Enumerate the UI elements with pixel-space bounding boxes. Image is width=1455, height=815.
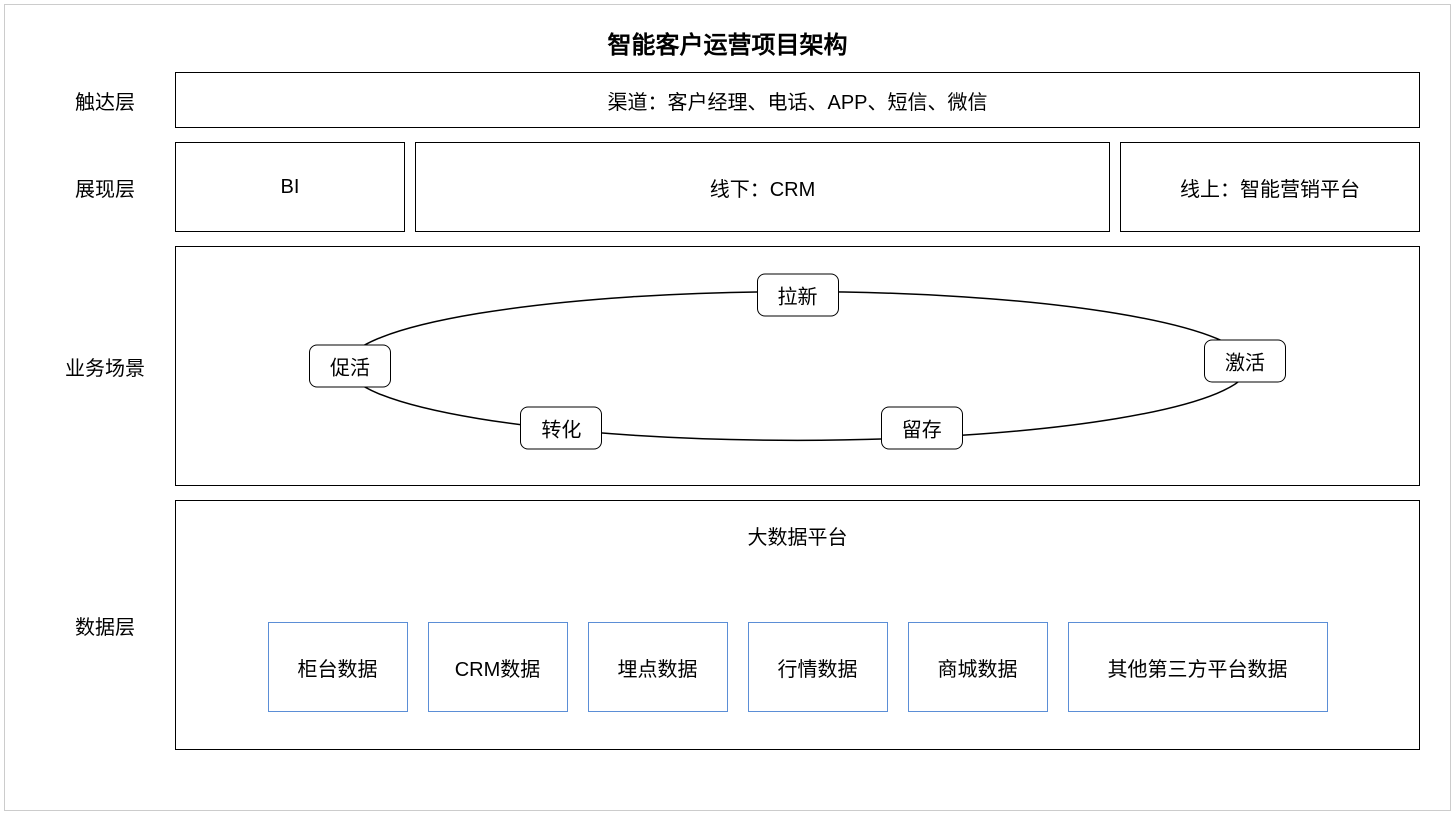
layer-data-content: 大数据平台 柜台数据 CRM数据 埋点数据 行情数据 商城数据 其他第三方平台数… <box>175 500 1420 750</box>
data-source-crm: CRM数据 <box>428 622 568 712</box>
scenario-node-retain: 留存 <box>881 406 963 449</box>
display-online-box: 线上：智能营销平台 <box>1120 142 1420 232</box>
data-source-counter: 柜台数据 <box>268 622 408 712</box>
data-source-thirdparty: 其他第三方平台数据 <box>1068 622 1328 712</box>
data-platform-box: 大数据平台 柜台数据 CRM数据 埋点数据 行情数据 商城数据 其他第三方平台数… <box>175 500 1420 750</box>
touch-channels-box: 渠道：客户经理、电话、APP、短信、微信 <box>175 72 1420 128</box>
diagram-title: 智能客户运营项目架构 <box>35 25 1420 60</box>
layer-display-content: BI 线下：CRM 线上：智能营销平台 <box>175 142 1420 232</box>
layer-touch-content: 渠道：客户经理、电话、APP、短信、微信 <box>175 72 1420 128</box>
data-source-tracking: 埋点数据 <box>588 622 728 712</box>
scenario-node-reactivate: 激活 <box>1204 340 1286 383</box>
layer-display-label: 展现层 <box>35 142 175 232</box>
scenario-node-convert: 转化 <box>520 406 602 449</box>
scenario-container: 拉新 促活 激活 转化 留存 <box>175 246 1420 486</box>
scenario-node-activate: 促活 <box>309 345 391 388</box>
layer-scenario-row: 业务场景 拉新 促活 激活 转化 留存 <box>35 246 1420 486</box>
layer-data-label: 数据层 <box>35 500 175 750</box>
layer-display-row: 展现层 BI 线下：CRM 线上：智能营销平台 <box>35 142 1420 232</box>
layer-scenario-label: 业务场景 <box>35 246 175 486</box>
data-platform-title: 大数据平台 <box>748 521 848 550</box>
scenario-node-pull-new: 拉新 <box>757 273 839 316</box>
data-source-market: 行情数据 <box>748 622 888 712</box>
display-crm-box: 线下：CRM <box>415 142 1110 232</box>
layer-touch-row: 触达层 渠道：客户经理、电话、APP、短信、微信 <box>35 72 1420 128</box>
diagram-frame: 智能客户运营项目架构 触达层 渠道：客户经理、电话、APP、短信、微信 展现层 … <box>4 4 1451 811</box>
layer-touch-label: 触达层 <box>35 72 175 128</box>
layer-data-row: 数据层 大数据平台 柜台数据 CRM数据 埋点数据 行情数据 商城数据 其他第三… <box>35 500 1420 750</box>
data-source-mall: 商城数据 <box>908 622 1048 712</box>
layer-scenario-content: 拉新 促活 激活 转化 留存 <box>175 246 1420 486</box>
display-bi-box: BI <box>175 142 405 232</box>
data-sources-container: 柜台数据 CRM数据 埋点数据 行情数据 商城数据 其他第三方平台数据 <box>196 622 1399 712</box>
